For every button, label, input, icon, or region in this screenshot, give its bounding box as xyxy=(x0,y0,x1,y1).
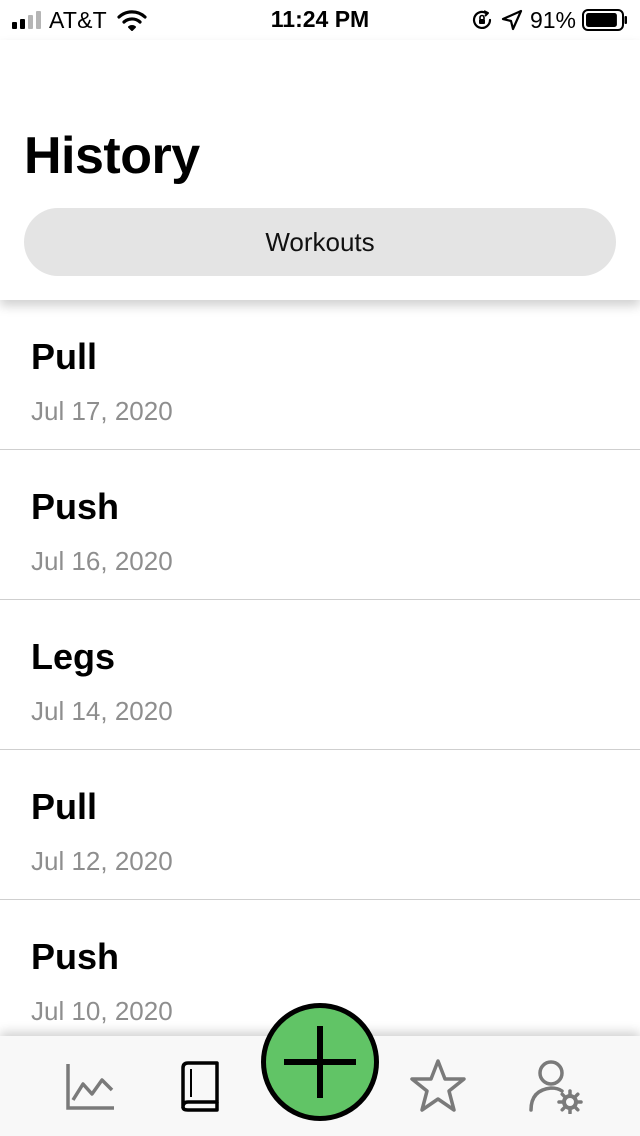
chart-icon xyxy=(66,1064,114,1110)
workout-date: Jul 10, 2020 xyxy=(31,996,173,1026)
workout-name: Push xyxy=(31,936,120,977)
battery-percent: 91% xyxy=(529,6,576,33)
book-icon xyxy=(181,1061,219,1112)
status-bar: AT&T 11:24 PM 91% xyxy=(0,0,640,40)
list-item[interactable]: Pull Jul 12, 2020 xyxy=(0,750,640,900)
list-item[interactable]: Legs Jul 14, 2020 xyxy=(0,600,640,750)
tab-history[interactable] xyxy=(170,1056,230,1116)
tab-favorites[interactable] xyxy=(408,1056,468,1116)
star-icon xyxy=(410,1059,466,1112)
workout-date: Jul 16, 2020 xyxy=(31,546,173,576)
add-workout-button[interactable] xyxy=(261,1003,379,1121)
workout-name: Pull xyxy=(31,336,98,377)
profile-settings-icon xyxy=(529,1060,583,1114)
tab-profile-settings[interactable] xyxy=(525,1056,585,1116)
add-icon xyxy=(284,1026,356,1098)
list-item[interactable]: Push Jul 16, 2020 xyxy=(0,450,640,600)
list-item[interactable]: Pull Jul 17, 2020 xyxy=(0,300,640,450)
workout-list: Pull Jul 17, 2020 Push Jul 16, 2020 Legs… xyxy=(0,300,640,1036)
tab-progress[interactable] xyxy=(61,1056,121,1116)
page-title: History xyxy=(24,127,200,185)
workout-date: Jul 14, 2020 xyxy=(31,696,173,726)
header: History Workouts xyxy=(0,40,640,300)
status-bar-right: 91% xyxy=(470,6,628,34)
orientation-lock-icon xyxy=(472,10,492,29)
battery-icon xyxy=(582,9,627,31)
workout-date: Jul 17, 2020 xyxy=(31,396,173,426)
workout-date: Jul 12, 2020 xyxy=(31,846,173,876)
location-icon xyxy=(501,9,523,31)
workout-name: Push xyxy=(31,486,120,527)
workout-name: Legs xyxy=(31,636,116,677)
workout-name: Pull xyxy=(31,786,98,827)
workouts-segment[interactable]: Workouts xyxy=(24,208,616,276)
